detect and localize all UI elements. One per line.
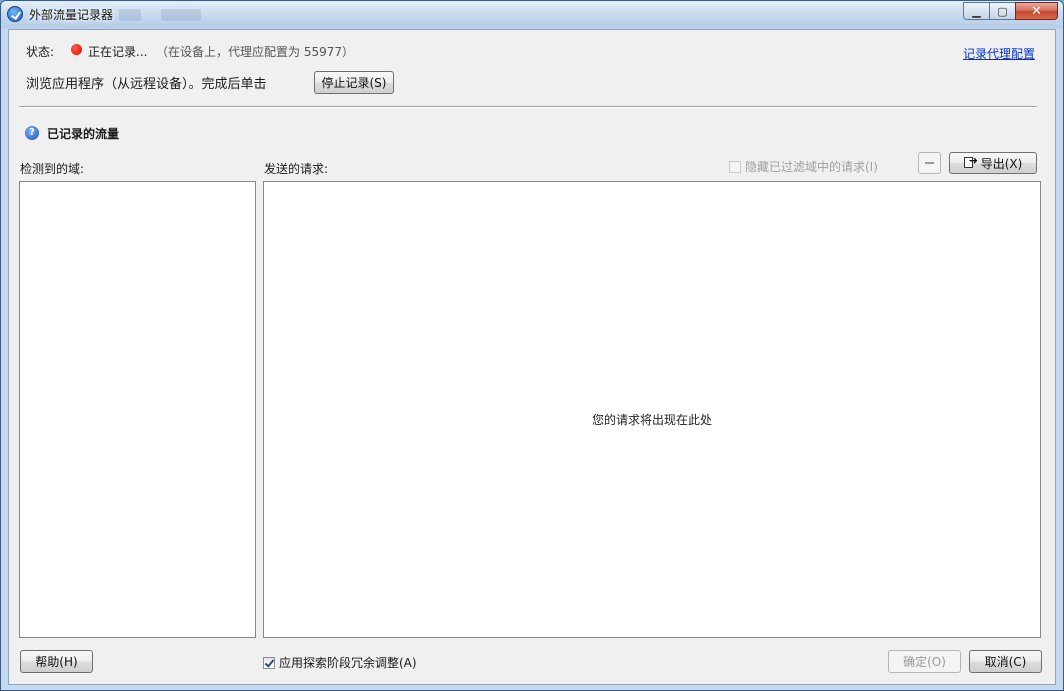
help-icon[interactable]: ? xyxy=(25,126,39,140)
requests-list[interactable]: 您的请求将出现在此处 xyxy=(263,181,1041,638)
app-window: 外部流量记录器 ▁ ▢ ✕ 状态: 正在记录... （在设备上，代理应配置为 5… xyxy=(0,0,1064,691)
status-label: 状态: xyxy=(26,45,55,59)
export-button[interactable]: 导出(X) xyxy=(949,152,1037,174)
recording-indicator-icon xyxy=(71,44,82,55)
domains-label: 检测到的域: xyxy=(20,162,85,176)
window-controls: ▁ ▢ ✕ xyxy=(963,2,1058,20)
minimize-button[interactable]: ▁ xyxy=(963,2,989,20)
minus-icon xyxy=(925,162,934,164)
domains-list[interactable] xyxy=(19,181,256,638)
close-button[interactable]: ✕ xyxy=(1015,2,1058,20)
app-logo-icon xyxy=(7,6,23,22)
status-value: 正在记录... xyxy=(88,45,148,59)
requests-placeholder: 您的请求将出现在此处 xyxy=(591,413,712,427)
dialog-body: 状态: 正在记录... （在设备上，代理应配置为 55977） 记录代理配置 浏… xyxy=(8,29,1056,685)
maximize-icon: ▢ xyxy=(997,4,1008,18)
export-icon xyxy=(963,154,978,169)
remove-button[interactable] xyxy=(918,152,941,174)
section-title: 已记录的流量 xyxy=(47,127,120,141)
ok-button[interactable]: 确定(O) xyxy=(888,650,961,673)
background-title-blur xyxy=(161,9,201,21)
window-title: 外部流量记录器 xyxy=(29,8,114,22)
cancel-button[interactable]: 取消(C) xyxy=(969,650,1042,673)
proxy-config-link[interactable]: 记录代理配置 xyxy=(963,45,1035,62)
stop-recording-button[interactable]: 停止记录(S) xyxy=(314,71,394,94)
title-bar[interactable]: 外部流量记录器 ▁ ▢ ✕ xyxy=(1,1,1063,27)
minimize-icon: ▁ xyxy=(972,4,981,18)
requests-label: 发送的请求: xyxy=(264,162,329,176)
maximize-button[interactable]: ▢ xyxy=(989,2,1015,20)
apply-adjustment-label: 应用探索阶段冗余调整(A) xyxy=(279,656,417,670)
divider xyxy=(19,106,1037,108)
status-detail: （在设备上，代理应配置为 55977） xyxy=(156,45,354,59)
help-button[interactable]: 帮助(H) xyxy=(20,650,93,673)
close-icon: ✕ xyxy=(1031,3,1042,19)
instruction-text: 浏览应用程序（从远程设备）。完成后单击 xyxy=(26,77,267,92)
background-title-blur xyxy=(119,9,141,21)
hide-filtered-label: 隐藏已过滤域中的请求(I) xyxy=(745,160,878,174)
export-button-label: 导出(X) xyxy=(980,156,1023,171)
hide-filtered-checkbox[interactable] xyxy=(729,161,741,173)
apply-adjustment-checkbox[interactable] xyxy=(263,657,275,669)
